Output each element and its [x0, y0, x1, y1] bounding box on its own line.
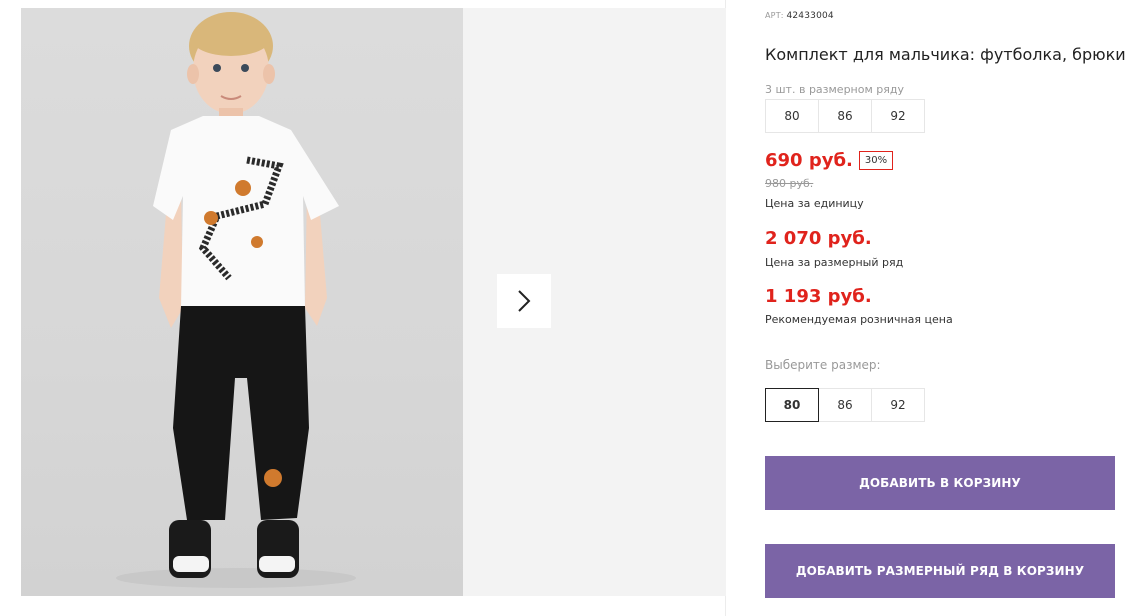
size-row-note: 3 шт. в размерном ряду [765, 83, 904, 96]
add-size-row-to-cart-button[interactable]: ДОБАВИТЬ РАЗМЕРНЫЙ РЯД В КОРЗИНУ [765, 544, 1115, 598]
article-number: АРТ: 42433004 [765, 11, 834, 21]
next-image-button[interactable] [497, 274, 551, 328]
size-row-list: 80 86 92 [765, 99, 925, 133]
size-row-item: 86 [818, 99, 872, 133]
rrp-price: 1 193 руб. [765, 286, 872, 307]
article-label: АРТ: [765, 11, 784, 20]
discount-badge: 30% [858, 151, 894, 170]
set-price: 2 070 руб. [765, 228, 872, 249]
current-price: 690 руб. [765, 150, 853, 171]
old-price: 980 руб. [765, 177, 814, 190]
size-option-92[interactable]: 92 [871, 388, 925, 422]
set-price-caption: Цена за размерный ряд [765, 256, 904, 269]
size-selector: 80 86 92 [765, 388, 925, 422]
product-title: Комплект для мальчика: футболка, брюки [765, 45, 1126, 64]
product-photo [21, 8, 463, 596]
size-option-80[interactable]: 80 [765, 388, 819, 422]
add-to-cart-button[interactable]: ДОБАВИТЬ В КОРЗИНУ [765, 456, 1115, 510]
price-block: 690 руб. 30% [765, 150, 894, 171]
chevron-right-icon [518, 290, 531, 312]
rrp-price-caption: Рекомендуемая розничная цена [765, 313, 953, 326]
product-gallery [0, 0, 726, 616]
choose-size-label: Выберите размер: [765, 358, 881, 372]
article-value: 42433004 [786, 11, 834, 21]
unit-price-caption: Цена за единицу [765, 197, 864, 210]
size-row-item: 92 [871, 99, 925, 133]
size-option-86[interactable]: 86 [818, 388, 872, 422]
boy-illustration [116, 12, 356, 588]
size-row-item: 80 [765, 99, 819, 133]
